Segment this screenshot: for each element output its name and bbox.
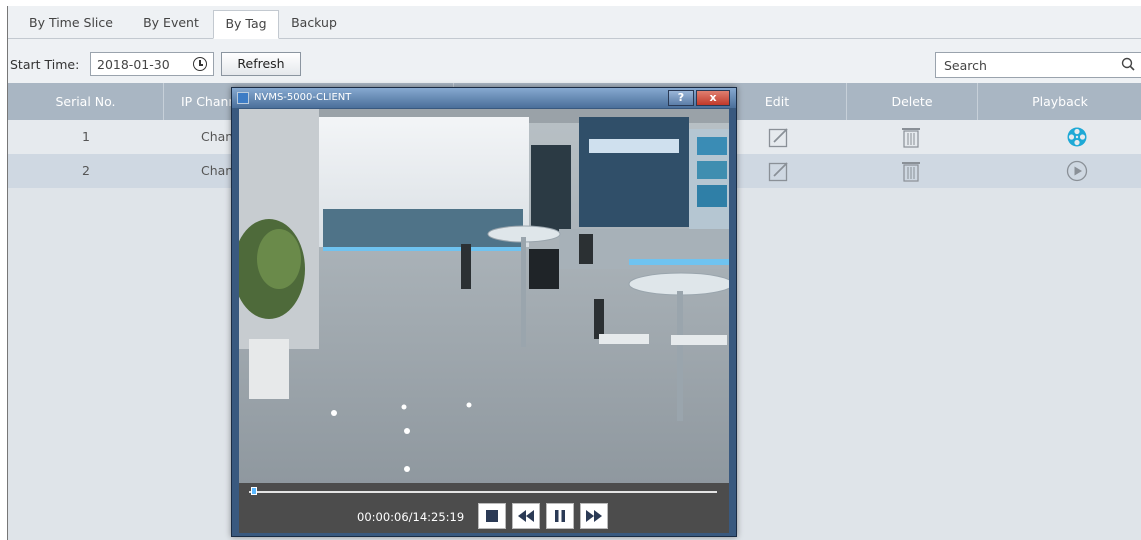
rewind-button[interactable] <box>512 503 540 529</box>
camera-scene-image <box>239 109 729 483</box>
film-reel-icon[interactable] <box>1066 126 1088 148</box>
stop-icon <box>486 510 498 522</box>
video-client-window[interactable]: NVMS-5000-CLIENT ? x 00:00:06/14:25:19 <box>231 87 737 537</box>
seek-handle[interactable] <box>250 487 257 495</box>
edit-icon[interactable] <box>768 160 790 182</box>
app-icon <box>237 92 249 104</box>
fast-forward-icon <box>586 510 602 522</box>
start-time-label: Start Time: <box>10 57 80 72</box>
close-button[interactable]: x <box>696 90 730 106</box>
delete-icon[interactable] <box>900 160 922 182</box>
pause-icon <box>555 510 565 522</box>
serial-cell: 1 <box>82 129 90 144</box>
tab-by-event[interactable]: By Event <box>134 10 208 38</box>
column-playback: Playback <box>1032 94 1088 109</box>
delete-icon[interactable] <box>900 126 922 148</box>
start-time-field[interactable]: 2018-01-30 <box>90 52 214 76</box>
search-icon[interactable] <box>1121 57 1135 71</box>
rewind-icon <box>518 510 534 522</box>
playback-controls: 00:00:06/14:25:19 <box>239 483 729 533</box>
window-title: NVMS-5000-CLIENT <box>254 92 352 103</box>
tab-by-tag[interactable]: By Tag <box>213 10 279 39</box>
search-input[interactable]: Search <box>935 52 1141 78</box>
pause-button[interactable] <box>546 503 574 529</box>
window-titlebar[interactable]: NVMS-5000-CLIENT ? x <box>232 88 736 108</box>
fast-forward-button[interactable] <box>580 503 608 529</box>
tab-bar: By Time Slice By Event By Tag Backup <box>8 6 1141 39</box>
play-circle-icon[interactable] <box>1066 160 1088 182</box>
stop-button[interactable] <box>478 503 506 529</box>
edit-icon[interactable] <box>768 126 790 148</box>
filter-toolbar: Start Time: 2018-01-30 Refresh Search <box>8 39 1141 83</box>
start-time-value: 2018-01-30 <box>97 57 170 72</box>
column-delete: Delete <box>847 83 978 120</box>
help-button[interactable]: ? <box>668 90 694 106</box>
video-frame[interactable] <box>239 109 729 483</box>
clock-icon[interactable] <box>193 57 207 71</box>
search-placeholder: Search <box>944 58 987 73</box>
tab-by-time-slice[interactable]: By Time Slice <box>20 10 122 38</box>
column-serial-no: Serial No. <box>8 83 164 120</box>
seek-bar[interactable] <box>249 491 717 493</box>
refresh-button[interactable]: Refresh <box>221 52 301 76</box>
serial-cell: 2 <box>82 163 90 178</box>
tab-backup[interactable]: Backup <box>283 10 345 38</box>
playback-time: 00:00:06/14:25:19 <box>357 510 465 524</box>
